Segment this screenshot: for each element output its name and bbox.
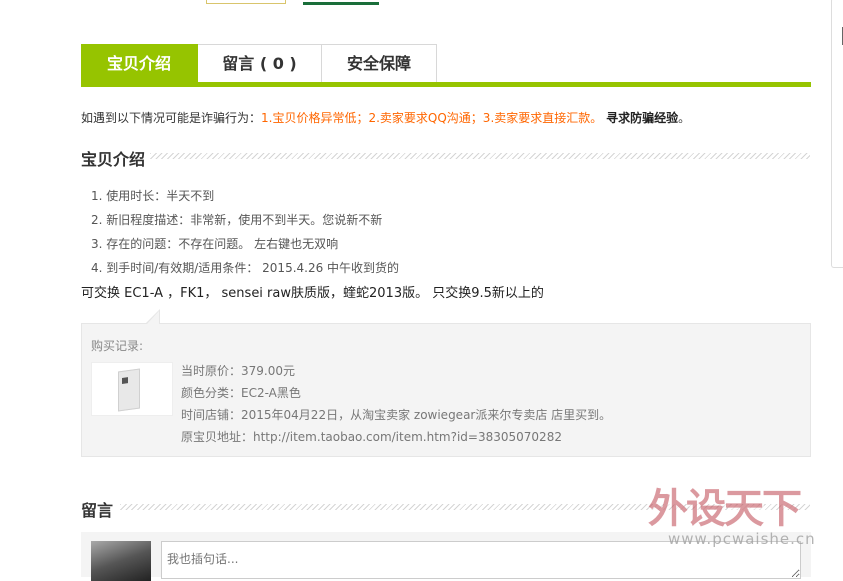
section-title-comments: 留言 xyxy=(81,501,114,520)
section-title-intro: 宝贝介绍 xyxy=(81,150,146,169)
watermark-url: www.pcwaishe.cn xyxy=(668,530,816,548)
purchase-shop: 时间店铺：2015年04月22日，从淘宝卖家 zowiegear派来尔专卖店 店… xyxy=(181,408,612,422)
original-item-link[interactable]: 原宝贝地址：http://item.taobao.com/item.htm?id… xyxy=(181,428,562,445)
watermark-logo: 外设天下 xyxy=(648,486,802,532)
warning-prefix: 如遇到以下情况可能是诈骗行为： xyxy=(81,111,262,125)
right-side-panel xyxy=(831,0,843,268)
purchase-record-title: 购买记录: xyxy=(91,339,144,353)
product-thumbnail[interactable] xyxy=(91,362,173,416)
spec-line: 1. 使用时长：半天不到 xyxy=(91,189,215,203)
avatar xyxy=(91,541,151,581)
warning-highlight: 1.宝贝价格异常低；2.卖家要求QQ沟通；3.卖家要求直接汇款。 xyxy=(261,111,603,125)
top-button-outline[interactable] xyxy=(206,0,286,4)
section-divider xyxy=(150,153,810,159)
mousepad-image xyxy=(118,368,140,412)
box-pointer-fill xyxy=(147,311,159,324)
exchange-text: 可交换 EC1-A ，FK1， sensei raw肤质版，蝰蛇2013版。 只… xyxy=(81,286,544,301)
warning-suffix: 。 xyxy=(678,111,691,125)
spec-line: 4. 到手时间/有效期/适用条件： 2015.4.26 中午收到货的 xyxy=(91,261,400,275)
spec-line: 2. 新旧程度描述：非常新，使用不到半天。您说新不新 xyxy=(91,213,383,227)
tab-security[interactable]: 安全保障 xyxy=(322,44,437,83)
tab-item-description[interactable]: 宝贝介绍 xyxy=(81,44,198,83)
tab-comments[interactable]: 留言 ( 0 ) xyxy=(198,44,322,83)
fraud-warning: 如遇到以下情况可能是诈骗行为：1.宝贝价格异常低；2.卖家要求QQ沟通；3.卖家… xyxy=(81,109,690,126)
anti-fraud-link[interactable]: 寻求防骗经验 xyxy=(606,111,678,125)
color-category: 颜色分类：EC2-A黑色 xyxy=(181,386,301,400)
detail-tabs: 宝贝介绍 留言 ( 0 ) 安全保障 xyxy=(81,44,437,84)
tab-underline-bar xyxy=(81,82,811,87)
original-price: 当时原价：379.00元 xyxy=(181,364,295,378)
top-button-underline[interactable] xyxy=(303,0,379,5)
spec-line: 3. 存在的问题：不存在问题。 左右键也无双响 xyxy=(91,237,339,251)
